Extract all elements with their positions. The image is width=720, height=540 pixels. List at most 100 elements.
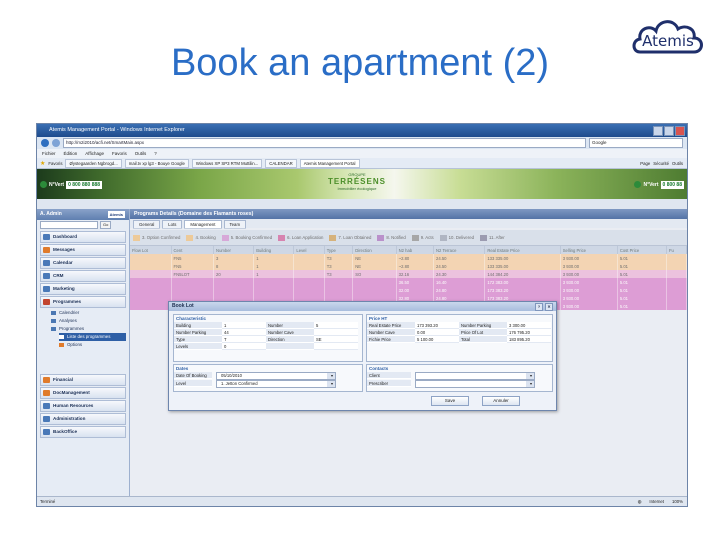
- sidebar-sub-options[interactable]: Options: [59, 341, 126, 349]
- sub-label: Analyses: [59, 318, 77, 323]
- level-select[interactable]: 1. Jetton Confirmed ▾: [216, 380, 336, 388]
- user-header: A. Admin Atemis: [37, 209, 129, 220]
- menu-edition[interactable]: Édition: [64, 149, 78, 158]
- sidebar-item-label: DocManagement: [53, 390, 90, 395]
- field-label: Number: [266, 322, 314, 329]
- favorites-star-icon[interactable]: ★: [40, 160, 45, 167]
- tool-outils[interactable]: Outils: [672, 161, 687, 166]
- level-label: Level: [174, 380, 212, 387]
- sub-label: Liste des programmes: [67, 334, 111, 339]
- menu-outils[interactable]: Outils: [135, 149, 147, 158]
- browser-tab[interactable]: Øystegaarden Ngbrogd...: [65, 158, 122, 168]
- sidebar-item-label: BackOffice: [53, 429, 78, 434]
- browser-title-bar: Atemis Management Portal - Windows Inter…: [37, 124, 687, 137]
- phone-number: 0 800 88: [660, 180, 684, 189]
- sidebar-item-administration[interactable]: Administration: [40, 413, 126, 425]
- marketing-icon: [43, 286, 50, 292]
- slide-title: Book an apartment (2): [170, 42, 550, 84]
- dates-box: Dates Date Of Booking 05/10/2010 ▾ Level…: [173, 364, 363, 392]
- menu-fichier[interactable]: Fichier: [42, 149, 56, 158]
- date-of-booking-field[interactable]: 05/10/2010 ▾: [216, 372, 336, 380]
- favorites-button[interactable]: Favoris: [48, 161, 62, 166]
- search-input[interactable]: Google: [589, 138, 683, 148]
- tool-page[interactable]: Page: [640, 161, 650, 166]
- browser-tab-active[interactable]: Atemis Management Portal: [299, 158, 360, 168]
- nvert-right: N°Vert 0 800 88: [634, 180, 684, 189]
- sidebar-item-label: Programmes: [53, 299, 82, 304]
- field-label: Number Cave: [367, 329, 415, 336]
- logo-text: Atemis: [642, 32, 694, 50]
- characteristic-box: Characteristic Building 1 Number 5 Number Pa…: [173, 314, 363, 362]
- page-title: Programs Details (Domaine des Flamants r…: [130, 209, 687, 219]
- field-label: Price Of Lot: [459, 329, 507, 336]
- sidebar-sub-calendrier[interactable]: Calendrier: [51, 309, 126, 317]
- prescriber-select[interactable]: ▾: [415, 380, 535, 388]
- sidebar-item-marketing[interactable]: Marketing: [40, 283, 126, 295]
- menu-help[interactable]: ?: [154, 149, 157, 158]
- sidebar-item-label: Administration: [53, 416, 86, 421]
- chevron-down-icon[interactable]: ▾: [526, 381, 534, 387]
- sidebar-sub-analyses[interactable]: Analyses: [51, 317, 126, 325]
- field-value: SE: [314, 336, 358, 343]
- field-value: [314, 329, 358, 336]
- sidebar-item-docmanagement[interactable]: DocManagement: [40, 387, 126, 399]
- sidebar-item-label: Messages: [53, 247, 75, 252]
- sidebar-item-crm[interactable]: CRM: [40, 270, 126, 282]
- chevron-down-icon[interactable]: ▾: [327, 373, 335, 379]
- help-icon[interactable]: ?: [535, 303, 543, 311]
- sidebar-item-backoffice[interactable]: BackOffice: [40, 426, 126, 438]
- close-icon[interactable]: [675, 126, 685, 136]
- cancel-button[interactable]: Annuler: [482, 396, 520, 406]
- field-value: 3 300.00: [507, 322, 551, 329]
- browser-tab[interactable]: Windows XP SP3 RTM Muttilin...: [191, 158, 263, 168]
- chevron-down-icon[interactable]: ▾: [327, 381, 335, 387]
- minimize-icon[interactable]: [653, 126, 663, 136]
- contacts-box: Contacts Client ▾ Prescriber ▾: [366, 364, 553, 392]
- browser-tab[interactable]: CALENDAR: [265, 158, 297, 168]
- client-select[interactable]: ▾: [415, 372, 535, 380]
- book-lot-dialog: Book Lot ? ✕ Characteristic Building 1 Num…: [168, 301, 557, 411]
- sidebar-sub-programmes[interactable]: Programmes: [51, 325, 126, 333]
- document-icon: [43, 390, 50, 396]
- menu-favoris[interactable]: Favoris: [112, 149, 127, 158]
- terresens-logo: GROUPE TERRÉSENS Immobilier écologique: [322, 172, 392, 191]
- zoom-level[interactable]: 100%: [672, 497, 683, 506]
- save-button[interactable]: Save: [431, 396, 469, 406]
- sidebar-item-human-resources[interactable]: Human Resources: [40, 400, 126, 412]
- forward-icon[interactable]: [52, 139, 60, 147]
- field-label: Type: [174, 336, 222, 343]
- back-icon[interactable]: [41, 139, 49, 147]
- menu-affichage[interactable]: Affichage: [85, 149, 104, 158]
- field-label: Direction: [266, 336, 314, 343]
- field-value: 183 895.20: [507, 336, 551, 343]
- chevron-down-icon[interactable]: ▾: [526, 373, 534, 379]
- maximize-icon[interactable]: [664, 126, 674, 136]
- field-value: 1: [222, 322, 266, 329]
- phone-icon: [634, 181, 642, 188]
- characteristic-header: Characteristic: [176, 316, 207, 321]
- date-of-booking-label: Date Of Booking: [174, 372, 212, 379]
- field-value: 5: [314, 322, 358, 329]
- date-of-booking-row: Date Of Booking 05/10/2010 ▾: [174, 372, 362, 380]
- field-label: Building: [174, 322, 222, 329]
- url-input[interactable]: http://m2i2010/acfi.net/SmartMain.aspx: [63, 138, 586, 148]
- sidebar-item-dashboard[interactable]: Dashboard: [40, 231, 126, 243]
- sidebar-item-programmes[interactable]: Programmes: [40, 296, 126, 308]
- sidebar-search-input[interactable]: [40, 221, 98, 229]
- browser-tab[interactable]: mail.tv xp lg3 - Bouye Google: [124, 158, 189, 168]
- sidebar-item-calendar[interactable]: Calendar: [40, 257, 126, 269]
- tab-bar: ★ Favoris Øystegaarden Ngbrogd... mail.t…: [37, 158, 687, 169]
- close-icon[interactable]: ✕: [545, 303, 553, 311]
- sidebar-search-button[interactable]: Go: [100, 221, 112, 229]
- site-banner: N°Vert 0 800 880 888 GROUPE TERRÉSENS Im…: [37, 169, 687, 199]
- sidebar-item-messages[interactable]: Messages: [40, 244, 126, 256]
- prescriber-label: Prescriber: [367, 380, 411, 387]
- tool-securite[interactable]: Sécurité: [653, 161, 669, 166]
- field-value: 173 393.20: [415, 322, 459, 329]
- sidebar-sub-liste-programmes[interactable]: Liste des programmes: [59, 333, 126, 341]
- status-text: Terminé: [40, 499, 56, 504]
- sidebar-item-financial[interactable]: Financial: [40, 374, 126, 386]
- folder-icon: [51, 327, 56, 331]
- sidebar-item-label: Financial: [53, 377, 73, 382]
- browser-screenshot: Atemis Management Portal - Windows Inter…: [36, 123, 688, 507]
